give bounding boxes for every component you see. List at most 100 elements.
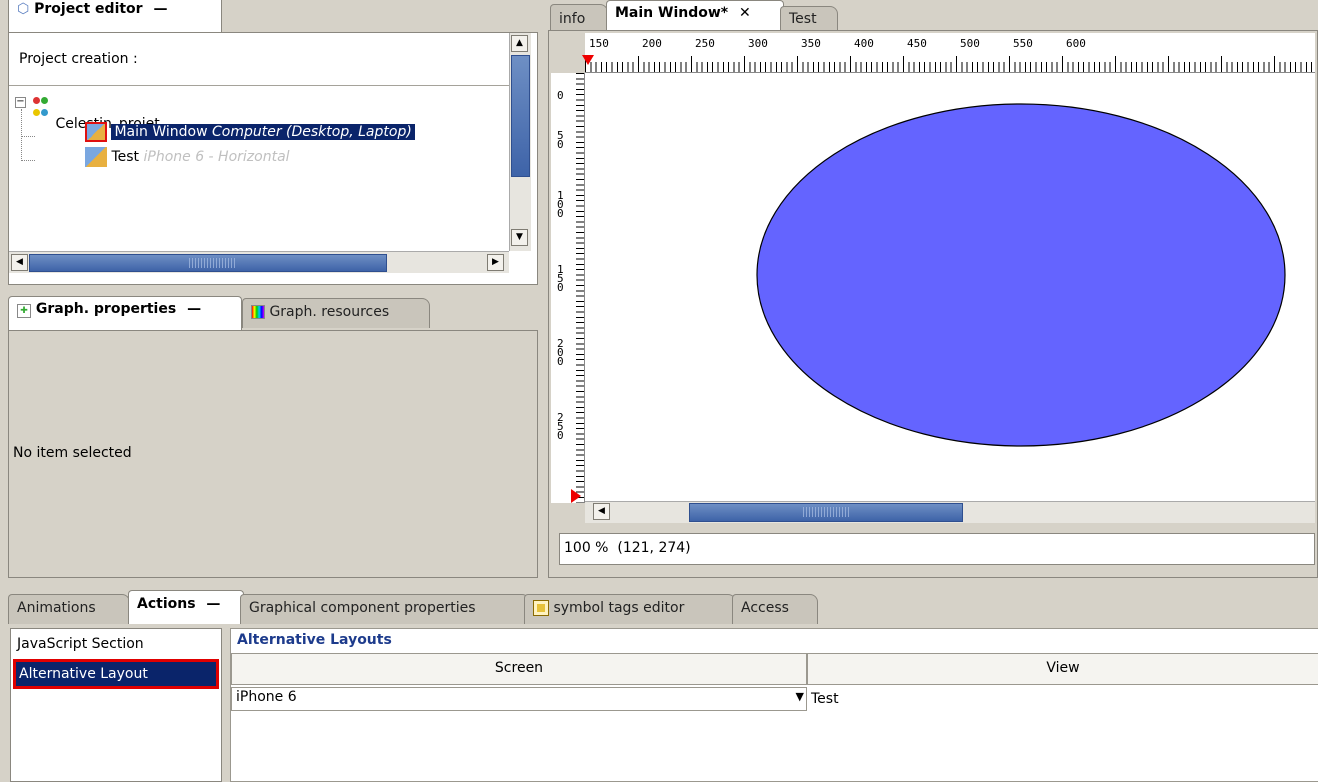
ruler-h-label: 600 xyxy=(1066,37,1086,50)
graph-panel: ✚ Graph. properties — Graph. resources N… xyxy=(0,290,540,580)
ruler-h-label: 300 xyxy=(748,37,768,50)
ruler-h-label: 500 xyxy=(960,37,980,50)
ruler-v-marker xyxy=(571,489,581,503)
tab-label: Test xyxy=(789,11,817,27)
editor-frame: 150 200 250 300 350 400 450 500 550 600 0 5 0 1 0 0… xyxy=(548,30,1318,578)
tab-project-editor-label: Project editor xyxy=(34,1,143,17)
tab-label: Graph. resources xyxy=(269,304,390,320)
project-editor-panel: ⬡ Project editor — Project creation : − … xyxy=(0,0,540,285)
screen-select[interactable]: iPhone 6 ▼ xyxy=(231,687,807,711)
tab-access[interactable]: Access xyxy=(732,594,818,624)
hscroll-grip xyxy=(189,258,235,268)
drawing-canvas[interactable] xyxy=(585,73,1315,501)
ruler-v-label: 2 5 0 xyxy=(557,411,564,442)
graph-properties-icon: ✚ xyxy=(17,304,31,318)
empty-state-text: No item selected xyxy=(13,445,132,461)
group-title: Alternative Layouts xyxy=(237,632,392,648)
ruler-v-label: 0 xyxy=(557,89,564,102)
tab-graph-resources[interactable]: Graph. resources xyxy=(242,298,430,328)
tree-lines xyxy=(21,109,22,161)
ruler-ticks xyxy=(576,73,584,503)
tab-actions[interactable]: Actions — xyxy=(128,590,244,624)
tree-expander[interactable]: − xyxy=(15,97,26,108)
hscroll-grip xyxy=(803,507,849,517)
section-item-label: Alternative Layout xyxy=(16,662,216,686)
section-item-alternative-layout[interactable]: Alternative Layout xyxy=(13,659,219,689)
tree-item-test[interactable]: Test iPhone 6 - Horizontal xyxy=(85,146,290,168)
alternative-layouts-group: Alternative Layouts Screen View iPhone 6… xyxy=(230,628,1318,782)
column-header-view[interactable]: View xyxy=(807,653,1318,685)
tab-label: Access xyxy=(741,600,789,616)
zoom-coordinates-text: 100 % (121, 274) xyxy=(564,540,691,556)
dropdown-arrow-icon[interactable]: ▼ xyxy=(796,690,804,703)
ruler-vertical: 0 5 0 1 0 0 1 5 0 2 0 0 2 5 0 xyxy=(551,73,585,503)
ruler-h-marker xyxy=(582,55,594,65)
tab-info[interactable]: info xyxy=(550,4,608,30)
window-icon xyxy=(85,147,107,167)
graph-properties-body: No item selected xyxy=(8,330,538,578)
graph-resources-icon xyxy=(251,305,265,319)
ruler-horizontal: 150 200 250 300 350 400 450 500 550 600 xyxy=(585,33,1315,73)
bottom-panel: Animations Actions — Graphical component… xyxy=(0,588,1318,782)
table-row: iPhone 6 ▼ Test xyxy=(231,687,1318,711)
tree-branch-2 xyxy=(21,160,35,161)
tab-label: Graph. properties xyxy=(35,301,177,317)
scroll-left-arrow-icon[interactable]: ◀ xyxy=(11,254,28,271)
status-bar: 100 % (121, 274) xyxy=(559,533,1315,565)
tree-item-name: Test xyxy=(111,149,140,165)
canvas-svg xyxy=(756,103,1286,447)
splitter[interactable] xyxy=(222,628,230,782)
column-header-screen[interactable]: Screen xyxy=(231,653,807,685)
minimize-button[interactable]: — xyxy=(153,1,167,17)
screen-select-value: iPhone 6 xyxy=(236,689,297,705)
window-icon xyxy=(85,122,107,142)
scroll-right-arrow-icon[interactable]: ▶ xyxy=(487,254,504,271)
minimize-button[interactable]: — xyxy=(206,596,220,612)
tab-graph-properties[interactable]: ✚ Graph. properties — xyxy=(8,296,242,330)
ruler-h-label: 350 xyxy=(801,37,821,50)
ruler-h-label: 400 xyxy=(854,37,874,50)
tab-label: Graphical component properties xyxy=(249,600,476,616)
minimize-button[interactable]: — xyxy=(187,301,201,317)
tab-label: Animations xyxy=(17,600,96,616)
tab-label: info xyxy=(559,11,586,27)
ruler-v-label: 1 0 0 xyxy=(557,189,564,220)
project-editor-icon: ⬡ xyxy=(17,1,30,17)
tab-graphical-component-properties[interactable]: Graphical component properties xyxy=(240,594,530,624)
tree-item-name: Main Window xyxy=(114,124,208,140)
tab-project-editor[interactable]: ⬡ Project editor — xyxy=(8,0,222,34)
tab-label: Actions xyxy=(137,596,196,612)
project-vscroll-thumb[interactable] xyxy=(511,55,530,177)
tab-main-window[interactable]: Main Window* ✕ xyxy=(606,0,784,30)
section-list: JavaScript Section Alternative Layout xyxy=(10,628,222,782)
scroll-down-arrow-icon[interactable]: ▼ xyxy=(511,229,528,246)
ruler-h-label: 450 xyxy=(907,37,927,50)
close-icon[interactable]: ✕ xyxy=(739,5,751,21)
tree-branch-1 xyxy=(21,136,35,137)
ruler-h-label: 250 xyxy=(695,37,715,50)
tree-item-device: iPhone 6 - Horizontal xyxy=(143,149,290,165)
tree-item-main-window[interactable]: Main Window Computer (Desktop, Laptop) xyxy=(85,121,415,143)
editor-panel: info Main Window* ✕ Test 150 200 250 300 350… xyxy=(548,0,1318,580)
tree-item-device: Computer (Desktop, Laptop) xyxy=(211,124,412,140)
project-editor-body: Project creation : − Celestin_projet Mai… xyxy=(8,32,538,285)
tree-root[interactable]: Celestin_projet xyxy=(33,91,160,132)
project-icon xyxy=(33,89,51,133)
heading-divider xyxy=(9,85,509,86)
ruler-h-label: 150 xyxy=(589,37,609,50)
ruler-v-label: 5 0 xyxy=(557,129,564,151)
tab-test[interactable]: Test xyxy=(780,6,838,30)
scroll-left-arrow-icon[interactable]: ◀ xyxy=(593,503,610,520)
scroll-up-arrow-icon[interactable]: ▲ xyxy=(511,35,528,52)
tab-label: Main Window* xyxy=(615,5,729,21)
tab-label: symbol tags editor xyxy=(553,600,685,616)
section-item-javascript[interactable]: JavaScript Section xyxy=(17,636,144,652)
ruler-major-ticks xyxy=(585,56,1315,72)
project-creation-heading: Project creation : xyxy=(19,51,138,67)
ruler-v-label: 2 0 0 xyxy=(557,337,564,368)
view-cell[interactable]: Test xyxy=(811,688,839,710)
ellipse-shape[interactable] xyxy=(756,103,1286,447)
tab-animations[interactable]: Animations xyxy=(8,594,130,624)
tab-symbol-tags-editor[interactable]: symbol tags editor xyxy=(524,594,736,624)
ruler-v-label: 1 5 0 xyxy=(557,263,564,294)
